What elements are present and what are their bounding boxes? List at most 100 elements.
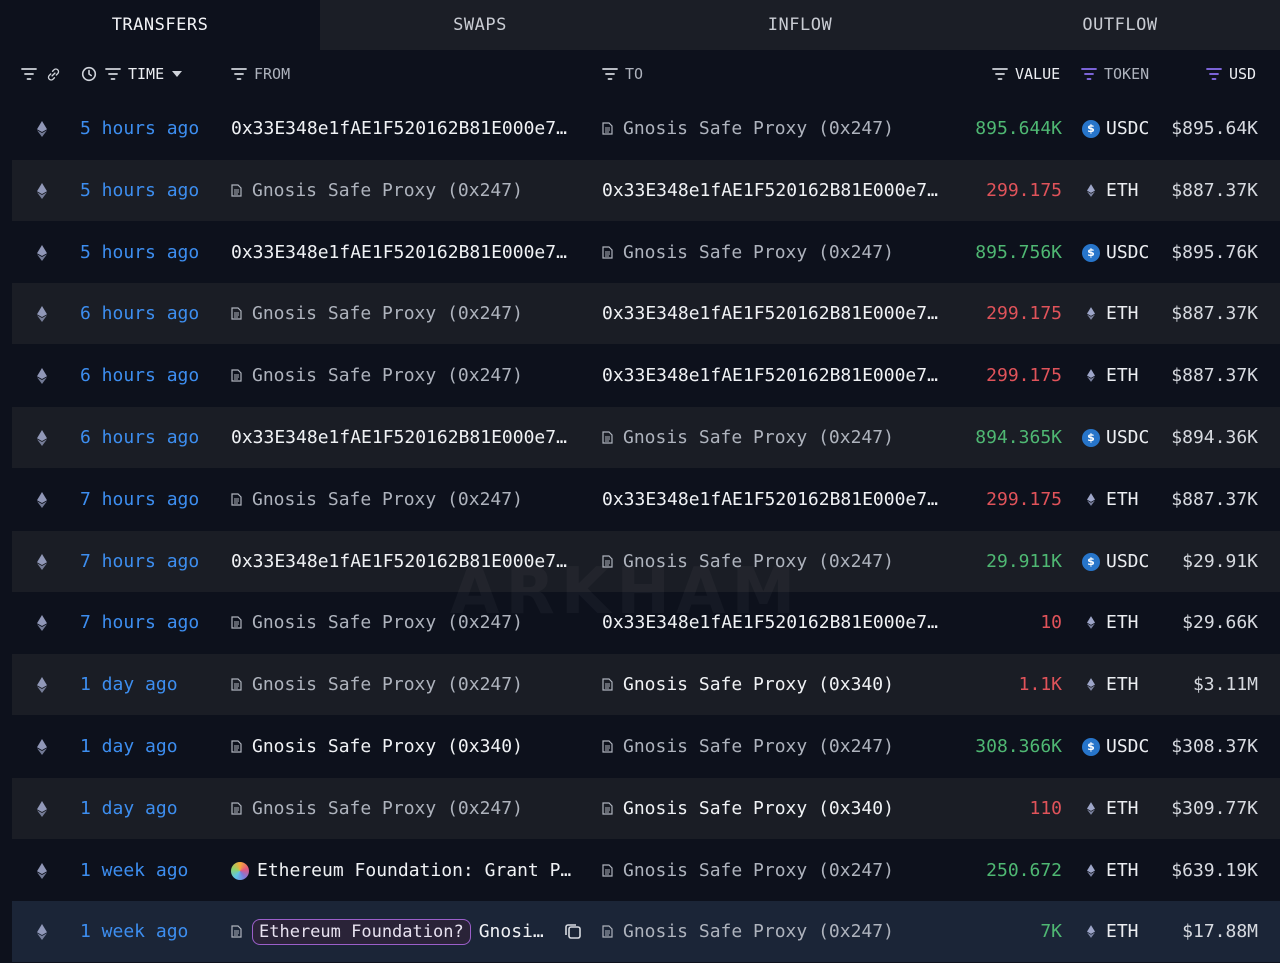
time-link[interactable]: 5 hours ago [80, 222, 199, 283]
time-link[interactable]: 7 hours ago [80, 531, 199, 592]
to-entity-link[interactable]: Gnosis Safe Proxy (0x340) [623, 798, 894, 819]
time-link[interactable]: 1 day ago [80, 716, 178, 777]
to-entity-link[interactable]: Gnosis Safe Proxy (0x340) [623, 674, 894, 695]
from-entity-link[interactable]: Gnosis Safe Proxy (0x247) [252, 180, 523, 201]
usd-value: $894.36K [1171, 427, 1258, 448]
time-link[interactable]: 1 week ago [80, 840, 188, 901]
ethereum-chain-icon [34, 778, 50, 839]
time-column-header[interactable]: TIME [80, 50, 184, 98]
time-link[interactable]: 6 hours ago [80, 407, 199, 468]
to-entity-link[interactable]: Gnosis Safe Proxy (0x247) [623, 242, 894, 263]
to-address-link[interactable]: 0x33E348e1fAE1F520162B81E000e7… [602, 303, 938, 324]
token-symbol: USDC [1106, 736, 1150, 757]
from-cell: Gnosis Safe Proxy (0x340) [231, 716, 581, 777]
usd-value: $887.37K [1171, 180, 1258, 201]
from-cell: Gnosis Safe Proxy (0x247) [231, 283, 581, 344]
time-link[interactable]: 7 hours ago [80, 592, 199, 653]
table-row[interactable]: 1 day ago Gnosis Safe Proxy (0x247) Gnosis… [12, 654, 1280, 715]
to-entity-link[interactable]: Gnosis Safe Proxy (0x247) [623, 736, 894, 757]
time-link[interactable]: 1 day ago [80, 654, 178, 715]
from-entity-link[interactable]: Gnosis Safe Proxy (0x247) [252, 798, 523, 819]
table-row[interactable]: 7 hours ago 0x33E348e1fAE1F520162B81E000e… [12, 531, 1280, 592]
from-entity-link[interactable]: Gnosis Safe Proxy (0x247) [252, 365, 523, 386]
table-row[interactable]: 7 hours ago Gnosis Safe Proxy (0x247) 0x33… [12, 469, 1280, 530]
time-link[interactable]: 7 hours ago [80, 469, 199, 530]
from-address-link[interactable]: 0x33E348e1fAE1F520162B81E000e7… [231, 118, 567, 139]
filter-icon[interactable] [104, 65, 122, 83]
tab-swaps[interactable]: SWAPS [320, 0, 640, 50]
from-entity-link[interactable]: Gnosis Safe Proxy (0x247) [252, 303, 523, 324]
from-address-link[interactable]: 0x33E348e1fAE1F520162B81E000e7… [231, 242, 567, 263]
usd-value: $29.91K [1182, 551, 1258, 572]
filter-icon[interactable] [991, 65, 1009, 83]
ethereum-chain-icon [34, 654, 50, 715]
value-column-header[interactable]: VALUE [991, 50, 1060, 98]
table-row[interactable]: 6 hours ago Gnosis Safe Proxy (0x247) 0x33… [12, 345, 1280, 406]
table-row[interactable]: 5 hours ago 0x33E348e1fAE1F520162B81E000e… [12, 222, 1280, 283]
tab-transfers[interactable]: TRANSFERS [0, 0, 320, 50]
from-entity-link[interactable]: Ethereum Foundation: Grant P… [257, 860, 571, 881]
from-cell: 0x33E348e1fAE1F520162B81E000e7… [231, 222, 581, 283]
from-address-link[interactable]: 0x33E348e1fAE1F520162B81E000e7… [231, 551, 567, 572]
to-entity-link[interactable]: Gnosis Safe Proxy (0x247) [623, 551, 894, 572]
usd-column-header[interactable]: USD [1205, 50, 1256, 98]
entity-suggestion-pill[interactable]: Ethereum Foundation? [252, 918, 471, 945]
usdc-token-icon: $ [1082, 428, 1100, 447]
time-link[interactable]: 6 hours ago [80, 283, 199, 344]
time-link[interactable]: 1 week ago [80, 901, 188, 962]
contract-doc-icon [602, 431, 616, 444]
to-entity-link[interactable]: Gnosis Safe Proxy (0x247) [623, 860, 894, 881]
to-address-link[interactable]: 0x33E348e1fAE1F520162B81E000e7… [602, 365, 938, 386]
tab-inflow[interactable]: INFLOW [640, 0, 960, 50]
time-link[interactable]: 6 hours ago [80, 345, 199, 406]
filter-icon[interactable] [230, 65, 248, 83]
from-entity-link[interactable]: Gnosi… [479, 921, 544, 942]
to-entity-link[interactable]: Gnosis Safe Proxy (0x247) [623, 921, 894, 942]
to-address-link[interactable]: 0x33E348e1fAE1F520162B81E000e7… [602, 489, 938, 510]
value-header-label: VALUE [1015, 65, 1061, 83]
table-row[interactable]: 6 hours ago Gnosis Safe Proxy (0x247) 0x33… [12, 283, 1280, 344]
to-column-header[interactable]: TO [601, 50, 643, 98]
token-symbol: USDC [1106, 242, 1150, 263]
table-row[interactable]: 1 week ago Ethereum Foundation? Gnosi… Gnos… [12, 901, 1280, 962]
to-cell: Gnosis Safe Proxy (0x247) [602, 98, 957, 159]
from-column-header[interactable]: FROM [230, 50, 290, 98]
from-entity-link[interactable]: Gnosis Safe Proxy (0x247) [252, 489, 523, 510]
table-row[interactable]: 1 week ago Ethereum Foundation: Grant P… G… [12, 840, 1280, 901]
time-link[interactable]: 5 hours ago [80, 98, 199, 159]
filter-icon[interactable] [601, 65, 619, 83]
time-link[interactable]: 5 hours ago [80, 160, 199, 221]
from-address-link[interactable]: 0x33E348e1fAE1F520162B81E000e7… [231, 427, 567, 448]
filter-icon[interactable] [20, 65, 38, 83]
tab-outflow[interactable]: OUTFLOW [960, 0, 1280, 50]
table-row[interactable]: 1 day ago Gnosis Safe Proxy (0x340) Gnosis… [12, 716, 1280, 777]
to-address-link[interactable]: 0x33E348e1fAE1F520162B81E000e7… [602, 612, 938, 633]
value-amount: 299.175 [986, 489, 1062, 510]
eth-token-icon [1082, 925, 1100, 938]
value-amount: 895.756K [975, 242, 1062, 263]
link-icon[interactable] [44, 65, 62, 83]
token-symbol: USDC [1106, 118, 1150, 139]
table-row[interactable]: 5 hours ago 0x33E348e1fAE1F520162B81E000e… [12, 98, 1280, 159]
token-symbol: USDC [1106, 551, 1150, 572]
table-row[interactable]: 7 hours ago Gnosis Safe Proxy (0x247) 0x33… [12, 592, 1280, 653]
table-row[interactable]: 1 day ago Gnosis Safe Proxy (0x247) Gnosis… [12, 778, 1280, 839]
contract-doc-icon [231, 184, 245, 197]
filter-active-icon[interactable] [1205, 65, 1223, 83]
to-entity-link[interactable]: Gnosis Safe Proxy (0x247) [623, 118, 894, 139]
to-entity-link[interactable]: Gnosis Safe Proxy (0x247) [623, 427, 894, 448]
usd-value: $17.88M [1182, 921, 1258, 942]
time-link[interactable]: 1 day ago [80, 778, 178, 839]
table-row[interactable]: 5 hours ago Gnosis Safe Proxy (0x247) 0x33… [12, 160, 1280, 221]
filter-active-icon[interactable] [1080, 65, 1098, 83]
sort-down-icon[interactable] [170, 65, 184, 83]
from-entity-link[interactable]: Gnosis Safe Proxy (0x340) [252, 736, 523, 757]
contract-doc-icon [602, 925, 616, 938]
from-entity-link[interactable]: Gnosis Safe Proxy (0x247) [252, 674, 523, 695]
copy-icon[interactable] [563, 921, 585, 943]
token-column-header[interactable]: TOKEN [1080, 50, 1149, 98]
table-row[interactable]: 6 hours ago 0x33E348e1fAE1F520162B81E000e… [12, 407, 1280, 468]
from-entity-link[interactable]: Gnosis Safe Proxy (0x247) [252, 612, 523, 633]
token-symbol: ETH [1106, 860, 1139, 881]
to-address-link[interactable]: 0x33E348e1fAE1F520162B81E000e7… [602, 180, 938, 201]
